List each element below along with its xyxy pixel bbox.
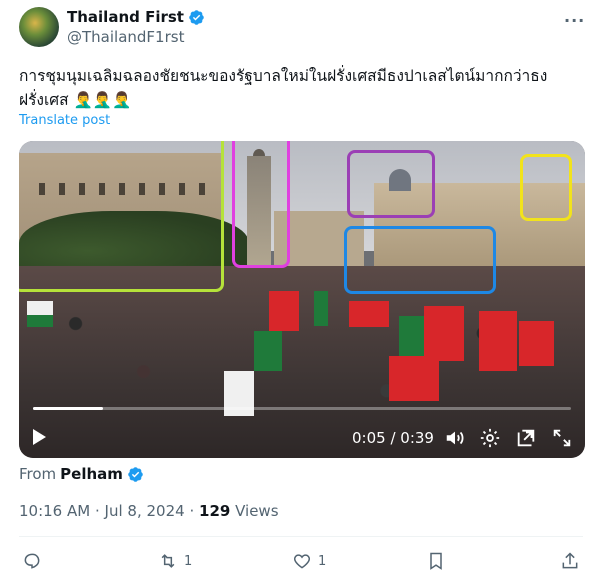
post-text: การชุมนุมเฉลิมฉลองชัยชนะของรัฐบาลใหม่ในฝ… xyxy=(19,67,548,109)
flag xyxy=(27,301,53,315)
bookmark-icon xyxy=(430,552,442,570)
video-time: 0:05 / 0:39 xyxy=(352,429,434,447)
reply-icon xyxy=(24,553,40,569)
settings-gear-icon[interactable] xyxy=(479,427,501,449)
video-progress-fill xyxy=(33,407,103,410)
verified-badge-icon xyxy=(189,9,204,25)
flag xyxy=(254,331,282,371)
play-icon[interactable] xyxy=(33,429,46,445)
fullscreen-icon[interactable] xyxy=(551,427,573,449)
annotation-box-yellow xyxy=(520,154,572,221)
post-time[interactable]: 10:16 AM xyxy=(19,502,90,520)
flag xyxy=(27,315,53,327)
annotation-box-blue xyxy=(344,226,496,294)
annotation-box-green xyxy=(19,141,224,292)
like-button[interactable]: 1 xyxy=(292,546,326,576)
video-progress-bar[interactable] xyxy=(33,407,571,410)
post-meta: 10:16 AM · Jul 8, 2024 · 129 Views xyxy=(19,502,279,520)
like-count: 1 xyxy=(318,553,327,569)
bookmark-button[interactable] xyxy=(426,546,446,576)
views-count: 129 xyxy=(199,502,231,520)
video-source-prefix: From xyxy=(19,465,57,483)
video-duration: 0:39 xyxy=(400,429,434,447)
flag xyxy=(519,321,554,366)
action-bar: 1 1 xyxy=(0,546,602,576)
video-source-name[interactable]: Pelham xyxy=(60,465,123,483)
repost-icon xyxy=(161,554,175,568)
flag xyxy=(389,356,439,401)
meta-separator: · xyxy=(94,502,100,520)
verified-badge-icon xyxy=(128,466,143,482)
author-display-name[interactable]: Thailand First xyxy=(67,8,184,26)
heart-icon xyxy=(293,554,311,569)
share-icon xyxy=(562,552,578,569)
meta-separator: · xyxy=(189,502,195,520)
author-name-row[interactable]: Thailand First xyxy=(67,8,205,26)
flag xyxy=(399,316,427,356)
views-label: Views xyxy=(235,502,279,520)
flag xyxy=(479,311,517,371)
repost-button[interactable]: 1 xyxy=(158,546,192,576)
flag xyxy=(314,291,328,326)
flag xyxy=(349,301,389,327)
flag xyxy=(424,306,464,361)
video-source: From Pelham xyxy=(19,465,144,483)
annotation-box-pink xyxy=(232,141,290,268)
video-player[interactable]: 0:05 / 0:39 xyxy=(19,141,585,458)
video-current-time: 0:05 xyxy=(352,429,386,447)
annotation-box-purple xyxy=(347,150,435,218)
reply-button[interactable] xyxy=(22,546,48,576)
video-time-separator: / xyxy=(385,429,401,447)
repost-count: 1 xyxy=(184,553,193,569)
author-handle[interactable]: @ThailandF1rst xyxy=(67,28,184,46)
translate-post-link[interactable]: Translate post xyxy=(19,113,110,128)
pip-icon[interactable] xyxy=(515,427,537,449)
more-options-button[interactable]: ··· xyxy=(564,11,585,30)
divider xyxy=(19,536,583,537)
volume-icon[interactable] xyxy=(444,427,466,449)
avatar[interactable] xyxy=(19,7,59,47)
flag xyxy=(269,291,299,331)
share-button[interactable] xyxy=(560,546,580,576)
post-date[interactable]: Jul 8, 2024 xyxy=(105,502,185,520)
